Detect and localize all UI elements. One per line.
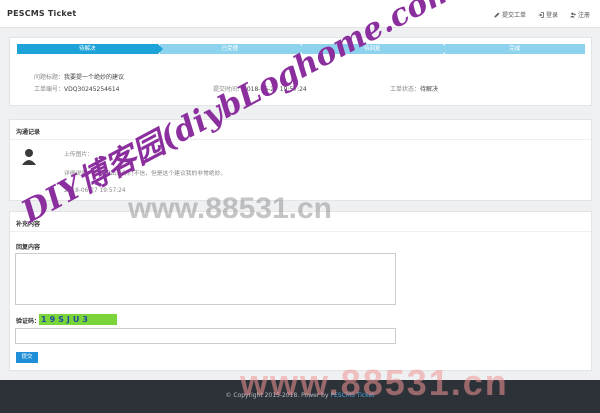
communication-title: 沟通记录: [16, 129, 41, 136]
ticket-time-label: 提交时间：: [213, 86, 244, 93]
ticket-time-row: 提交时间：2018-06-27 19:57:24: [213, 84, 307, 93]
footer-text: © Copyright 2015-2018. Power by PESCMS T…: [0, 392, 600, 399]
divider: [10, 231, 591, 232]
ticket-status-label: 工单状态：: [390, 86, 421, 93]
top-navbar: PESCMS Ticket 提交工单 登录 注册: [0, 0, 600, 28]
ticket-time-value: 2018-06-27 19:57:24: [243, 86, 307, 93]
submit-button[interactable]: 提交: [16, 352, 38, 363]
upload-label: 上传图片：: [64, 152, 93, 158]
step-awaiting-reply: 待回复: [302, 44, 447, 54]
captcha-label: 验证码：: [16, 318, 41, 325]
ticket-number-label: 工单编号：: [34, 86, 65, 93]
supplement-title: 补充内容: [16, 221, 41, 228]
nav-register-label: 注册: [577, 12, 590, 19]
reply-textarea[interactable]: [15, 253, 396, 305]
ticket-title-label: 问题标题：: [34, 74, 65, 81]
reply-label: 回复内容: [16, 244, 41, 251]
ticket-number-value: VDQ30245254614: [64, 86, 120, 93]
ticket-status-value: 待解决: [420, 86, 439, 93]
ticket-info-panel: 待解决 已受理 待回复 完成 问题标题：我要提一个绝妙的建议 工单编号：VDQ3…: [9, 37, 592, 106]
ticket-number-row: 工单编号：VDQ30245254614: [34, 84, 119, 93]
nav-login-label: 登录: [545, 12, 558, 19]
nav-submit-ticket[interactable]: 提交工单: [494, 10, 526, 19]
captcha-input[interactable]: [15, 328, 396, 344]
copyright-text: © Copyright 2015-2018. Power by: [225, 392, 331, 399]
nav-submit-ticket-label: 提交工单: [501, 12, 526, 19]
user-plus-icon: [569, 12, 576, 17]
progress-steps: 待解决 已受理 待回复 完成: [17, 44, 587, 54]
step-complete: 完成: [444, 44, 585, 54]
communication-panel: 沟通记录 上传图片： 详细说明：可能没出来你们不信，但是这个建议我的非常绝妙。 …: [9, 119, 592, 201]
step-pending: 待解决: [17, 44, 162, 54]
ticket-title-value: 我要提一个绝妙的建议: [64, 74, 125, 81]
nav-register[interactable]: 注册: [569, 10, 590, 19]
ticket-title-row: 问题标题：我要提一个绝妙的建议: [34, 72, 124, 81]
login-icon: [538, 11, 544, 18]
nav-links: 提交工单 登录 注册: [494, 10, 590, 19]
supplement-panel: 补充内容 回复内容 验证码： 19SJU3 提交: [9, 211, 592, 371]
divider: [10, 139, 591, 140]
step-accepted: 已受理: [159, 44, 305, 54]
comment-description: 详细说明：可能没出来你们不信，但是这个建议我的非常绝妙。: [64, 171, 227, 177]
ticket-status-row: 工单状态：待解决: [390, 84, 438, 93]
edit-icon: [494, 12, 500, 17]
captcha-image[interactable]: 19SJU3: [39, 314, 117, 325]
brand-logo[interactable]: PESCMS Ticket: [7, 9, 76, 18]
avatar: [22, 149, 36, 165]
footer-link[interactable]: PESCMS Ticket: [330, 392, 374, 399]
nav-login[interactable]: 登录: [538, 10, 558, 19]
comment-time: 2018-06-27 19:57:24: [64, 188, 126, 194]
footer: © Copyright 2015-2018. Power by PESCMS T…: [0, 380, 600, 413]
